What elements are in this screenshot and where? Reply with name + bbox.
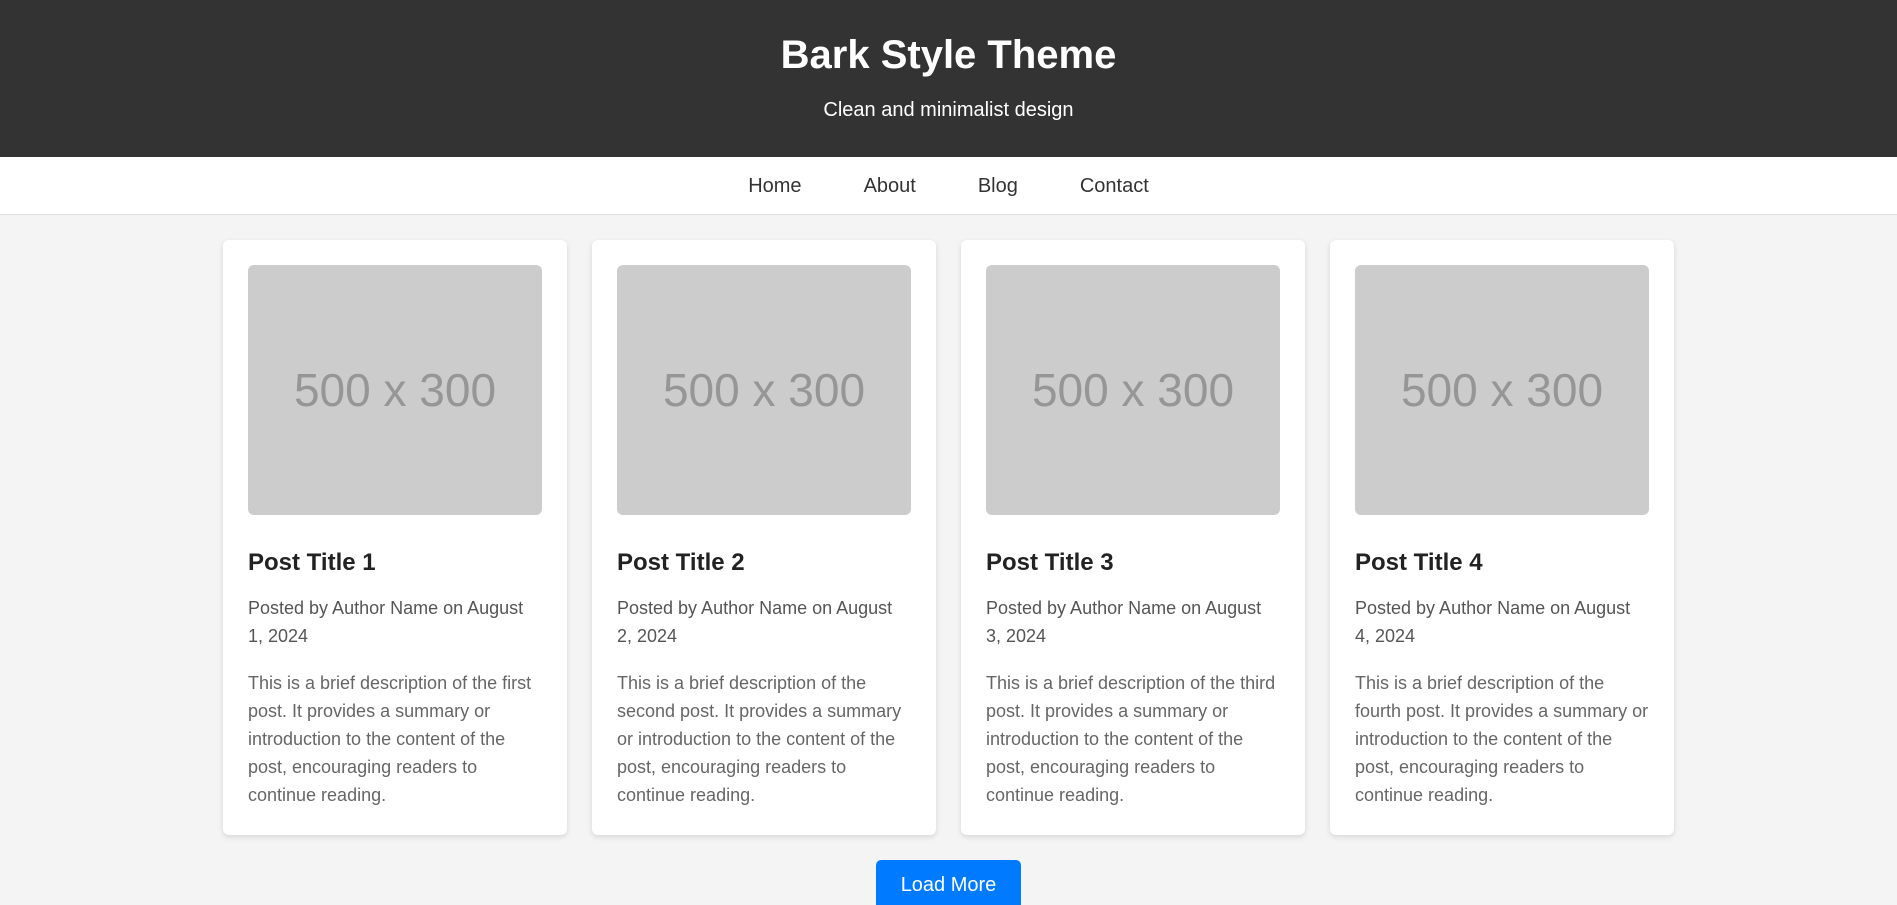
post-image-placeholder[interactable]: 500 x 300 (986, 265, 1280, 515)
load-more-button[interactable]: Load More (876, 860, 1021, 905)
main-nav: Home About Blog Contact (0, 157, 1897, 215)
site-tagline: Clean and minimalist design (823, 99, 1074, 121)
post-card: 500 x 300 Post Title 4 Posted by Author … (1330, 240, 1674, 835)
post-meta: Posted by Author Name on August 2, 2024 (617, 598, 893, 646)
post-grid: 500 x 300 Post Title 1 Posted by Author … (0, 215, 1897, 835)
post-excerpt: This is a brief description of the first… (248, 673, 532, 805)
post-excerpt: This is a brief description of the third… (986, 673, 1276, 805)
post-excerpt: This is a brief description of the secon… (617, 673, 902, 805)
post-title[interactable]: Post Title 3 (986, 548, 1280, 578)
post-image-placeholder[interactable]: 500 x 300 (248, 265, 542, 515)
post-meta: Posted by Author Name on August 1, 2024 (248, 598, 524, 646)
post-excerpt: This is a brief description of the fourt… (1355, 673, 1649, 805)
post-card: 500 x 300 Post Title 3 Posted by Author … (961, 240, 1305, 835)
post-card: 500 x 300 Post Title 2 Posted by Author … (592, 240, 936, 835)
load-more-container: Load More (0, 860, 1897, 905)
post-title[interactable]: Post Title 1 (248, 548, 542, 578)
nav-link-contact[interactable]: Contact (1080, 174, 1149, 198)
nav-link-blog[interactable]: Blog (978, 174, 1018, 198)
post-title[interactable]: Post Title 2 (617, 548, 911, 578)
post-card: 500 x 300 Post Title 1 Posted by Author … (223, 240, 567, 835)
site-title: Bark Style Theme (780, 33, 1117, 77)
post-meta: Posted by Author Name on August 4, 2024 (1355, 598, 1631, 646)
post-meta: Posted by Author Name on August 3, 2024 (986, 598, 1262, 646)
post-image-placeholder[interactable]: 500 x 300 (617, 265, 911, 515)
post-title[interactable]: Post Title 4 (1355, 548, 1649, 578)
nav-link-home[interactable]: Home (748, 174, 801, 198)
site-header: Bark Style Theme Clean and minimalist de… (0, 0, 1897, 157)
nav-link-about[interactable]: About (864, 174, 916, 198)
post-image-placeholder[interactable]: 500 x 300 (1355, 265, 1649, 515)
